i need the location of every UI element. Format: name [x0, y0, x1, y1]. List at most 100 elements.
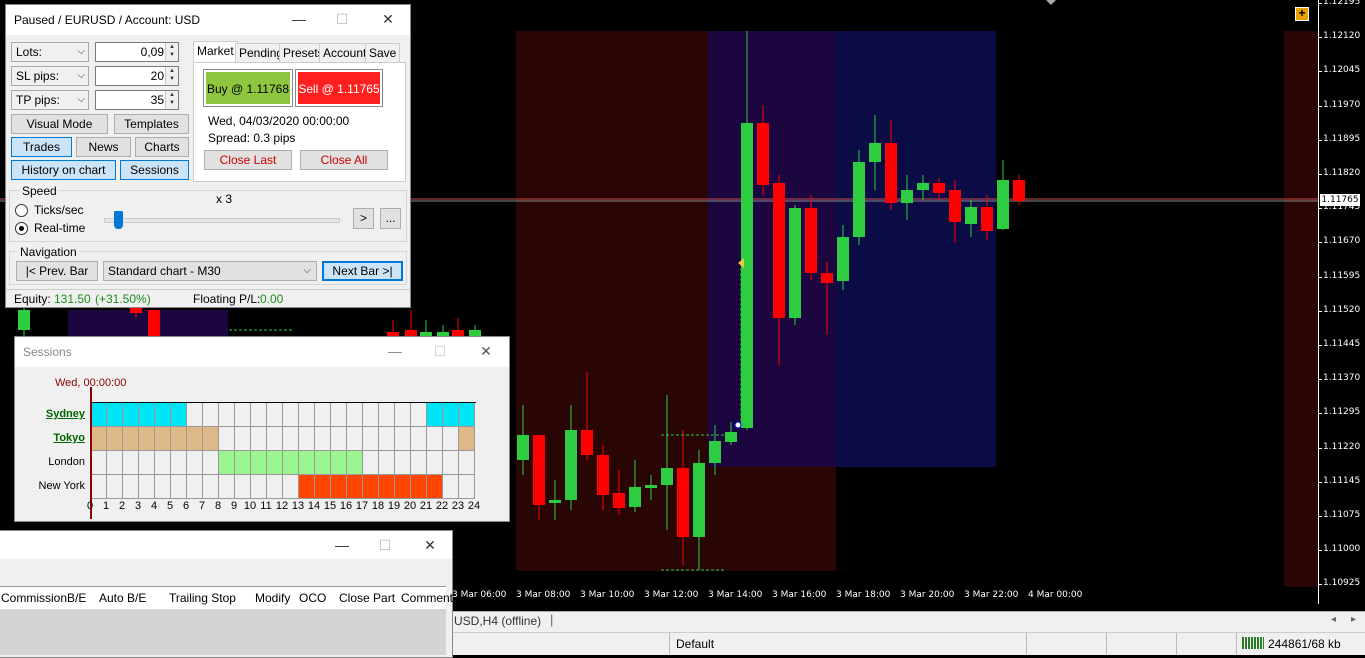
- trades-button[interactable]: Trades: [11, 137, 72, 157]
- session-hour-cell: [283, 403, 299, 427]
- close-icon[interactable]: ✕: [476, 343, 496, 360]
- column-be[interactable]: B/E: [67, 591, 86, 605]
- play-button[interactable]: >: [353, 208, 374, 229]
- tab-account[interactable]: Account: [319, 43, 371, 62]
- candle-body: [901, 190, 913, 203]
- buy-button[interactable]: Buy @ 1.11768: [203, 69, 293, 107]
- column-modify[interactable]: Modify: [255, 591, 290, 605]
- session-hour-cell: [395, 451, 411, 475]
- time-tick-label: 3 Mar 12:00: [644, 590, 699, 600]
- price-tick-label: 1.10925: [1317, 578, 1361, 589]
- sell-button[interactable]: Sell @ 1.11765: [295, 69, 383, 107]
- more-options-button[interactable]: ...: [380, 208, 401, 229]
- candle-body: [661, 468, 673, 485]
- session-hour-cell: [139, 403, 155, 427]
- news-button[interactable]: News: [76, 137, 131, 157]
- floating-pl-value: 0.00: [260, 292, 284, 306]
- ticks-sec-radio[interactable]: [15, 204, 28, 217]
- candle-body: [821, 273, 833, 283]
- session-hour-cell: [395, 403, 411, 427]
- session-hour-cell: [299, 451, 315, 475]
- simulation-datetime: Wed, 04/03/2020 00:00:00: [208, 114, 350, 128]
- tp-value: 35: [150, 93, 164, 107]
- session-hour-cell: [267, 475, 283, 499]
- close-icon[interactable]: ✕: [378, 11, 398, 28]
- chart-type-select[interactable]: Standard chart - M30 ⌵: [103, 261, 317, 281]
- sessions-button[interactable]: Sessions: [120, 160, 189, 180]
- maximize-icon[interactable]: ☐: [375, 537, 395, 554]
- close-icon[interactable]: ✕: [420, 537, 440, 554]
- column-auto-be[interactable]: Auto B/E: [99, 591, 146, 605]
- candle-body: [597, 455, 609, 495]
- session-hour-cell: [363, 475, 379, 499]
- column-commission[interactable]: Commission: [1, 591, 67, 605]
- maximize-icon[interactable]: ☐: [332, 11, 352, 28]
- spinner-icon[interactable]: ▲ ▼: [165, 67, 178, 85]
- maximize-icon[interactable]: ☐: [430, 343, 450, 360]
- prev-bar-button[interactable]: |< Prev. Bar: [16, 261, 98, 281]
- lots-input[interactable]: 0,09 ▲ ▼: [95, 42, 179, 62]
- tab-market[interactable]: Market: [193, 41, 238, 63]
- candle-body: [885, 143, 897, 203]
- lots-label: Lots:: [16, 45, 43, 59]
- minimize-icon[interactable]: —: [385, 343, 405, 359]
- price-tick-label: 1.11820: [1317, 168, 1361, 178]
- sl-input[interactable]: 20 ▲ ▼: [95, 66, 179, 86]
- session-zone-asia: [1284, 31, 1318, 587]
- sl-dropdown[interactable]: SL pips: ⌵: [11, 66, 89, 86]
- column-comment[interactable]: Comment: [401, 591, 453, 605]
- hour-label: 20: [403, 500, 417, 512]
- trades-table-body: [0, 609, 446, 655]
- candle-body: [997, 180, 1009, 229]
- chart-shift-icon[interactable]: [1046, 0, 1056, 5]
- spinner-icon[interactable]: ▲ ▼: [165, 43, 178, 61]
- ticks-sec-label: Ticks/sec: [34, 203, 84, 217]
- minimize-icon[interactable]: —: [332, 537, 352, 553]
- traffic-status: 244861/68 kb: [1268, 637, 1341, 651]
- templates-button[interactable]: Templates: [114, 114, 189, 134]
- candle-body: [725, 432, 737, 442]
- price-tick-label: 1.11970: [1317, 99, 1361, 110]
- session-hour-cell: [283, 451, 299, 475]
- session-hour-cell: [267, 427, 283, 451]
- session-hour-cell: [331, 403, 347, 427]
- speed-slider-thumb[interactable]: [114, 211, 123, 229]
- session-hour-cell: [411, 451, 427, 475]
- hour-label: 10: [243, 500, 257, 512]
- candle-body: [853, 162, 865, 237]
- tp-dropdown[interactable]: TP pips: ⌵: [11, 90, 89, 110]
- next-bar-button[interactable]: Next Bar >|: [322, 261, 403, 281]
- column-close-part[interactable]: Close Part: [339, 591, 395, 605]
- visual-mode-button[interactable]: Visual Mode: [11, 114, 108, 134]
- speed-label: Speed: [20, 184, 59, 198]
- time-tick-label: 3 Mar 22:00: [964, 590, 1019, 600]
- lots-dropdown[interactable]: Lots: ⌵: [11, 42, 89, 62]
- scroll-left-icon[interactable]: ◂: [1331, 614, 1336, 625]
- charts-button[interactable]: Charts: [135, 137, 189, 157]
- minimize-icon[interactable]: —: [289, 11, 309, 27]
- column-trailing-stop[interactable]: Trailing Stop: [169, 591, 236, 605]
- column-oco[interactable]: OCO: [299, 591, 326, 605]
- session-hour-cell: [411, 403, 427, 427]
- hour-label: 21: [419, 500, 433, 512]
- spinner-icon[interactable]: ▲ ▼: [165, 91, 178, 109]
- real-time-radio[interactable]: [15, 222, 28, 235]
- speed-slider-track[interactable]: [104, 218, 340, 223]
- session-hour-cell: [347, 403, 363, 427]
- trades-table-header: Commission B/E Auto B/E Trailing Stop Mo…: [0, 586, 453, 610]
- candle-body: [917, 183, 929, 190]
- close-last-button[interactable]: Close Last: [204, 150, 292, 170]
- connection-bars-icon: [1242, 637, 1264, 649]
- trade-panel-window: — ☐ ✕ Commission B/E Auto B/E Trailing S…: [0, 530, 453, 658]
- equity-percent: (+31.50%): [95, 292, 151, 306]
- one-click-trading-icon[interactable]: +: [1295, 7, 1309, 21]
- chart-tab[interactable]: USD,H4 (offline): [454, 614, 541, 628]
- close-all-button[interactable]: Close All: [300, 150, 388, 170]
- current-price-label: 1.11765: [1320, 194, 1360, 206]
- tp-input[interactable]: 35 ▲ ▼: [95, 90, 179, 110]
- history-on-chart-button[interactable]: History on chart: [11, 160, 116, 180]
- session-hour-cell: [443, 403, 459, 427]
- hour-label: 22: [435, 500, 449, 512]
- scroll-right-icon[interactable]: ▸: [1351, 614, 1356, 625]
- tab-save[interactable]: Save: [365, 43, 401, 62]
